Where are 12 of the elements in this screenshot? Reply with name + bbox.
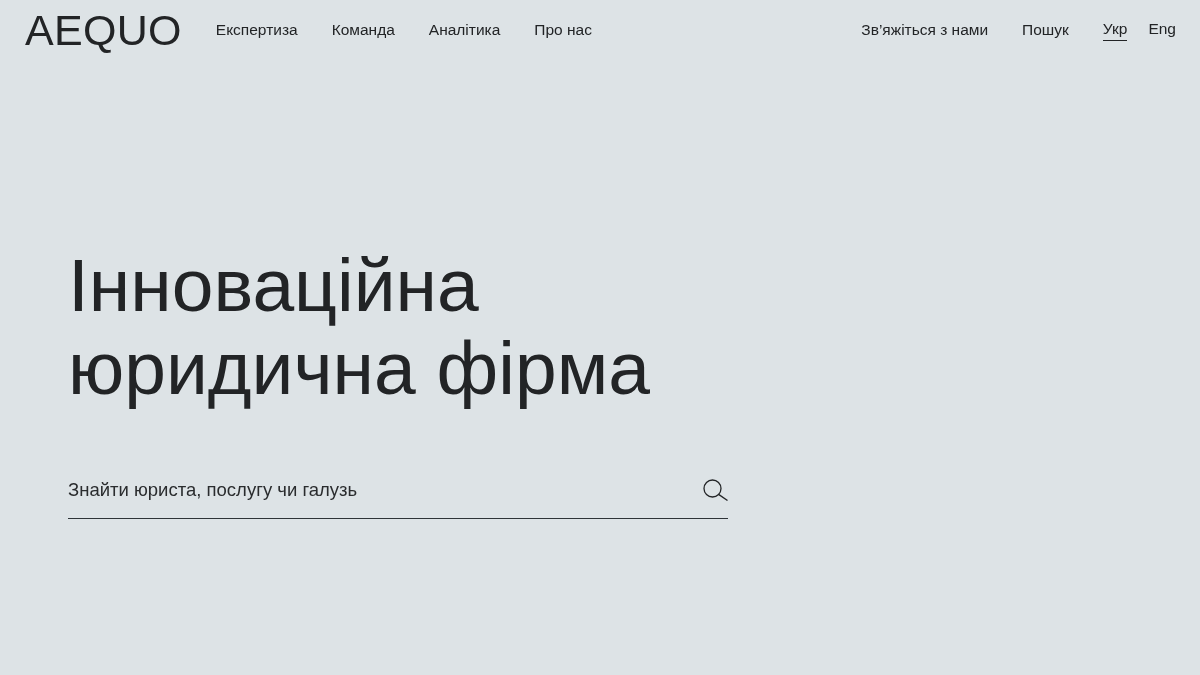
hero-title: Інноваційна юридична фірма	[68, 244, 650, 410]
search-icon[interactable]	[703, 479, 728, 501]
search-field[interactable]: Знайти юриста, послугу чи галузь	[68, 478, 728, 519]
logo[interactable]: AEQUO	[25, 8, 182, 52]
language-link[interactable]: Eng	[1148, 19, 1176, 41]
header-link[interactable]: Зв’яжіться з нами	[861, 20, 989, 40]
header-link[interactable]: Пошук	[1022, 20, 1069, 40]
nav-link[interactable]: Команда	[331, 20, 395, 40]
nav-link[interactable]: Експертиза	[215, 20, 298, 40]
nav-link[interactable]: Про нас	[534, 20, 592, 40]
nav-link[interactable]: Аналітика	[428, 20, 501, 40]
language-link[interactable]: Укр	[1102, 19, 1128, 41]
